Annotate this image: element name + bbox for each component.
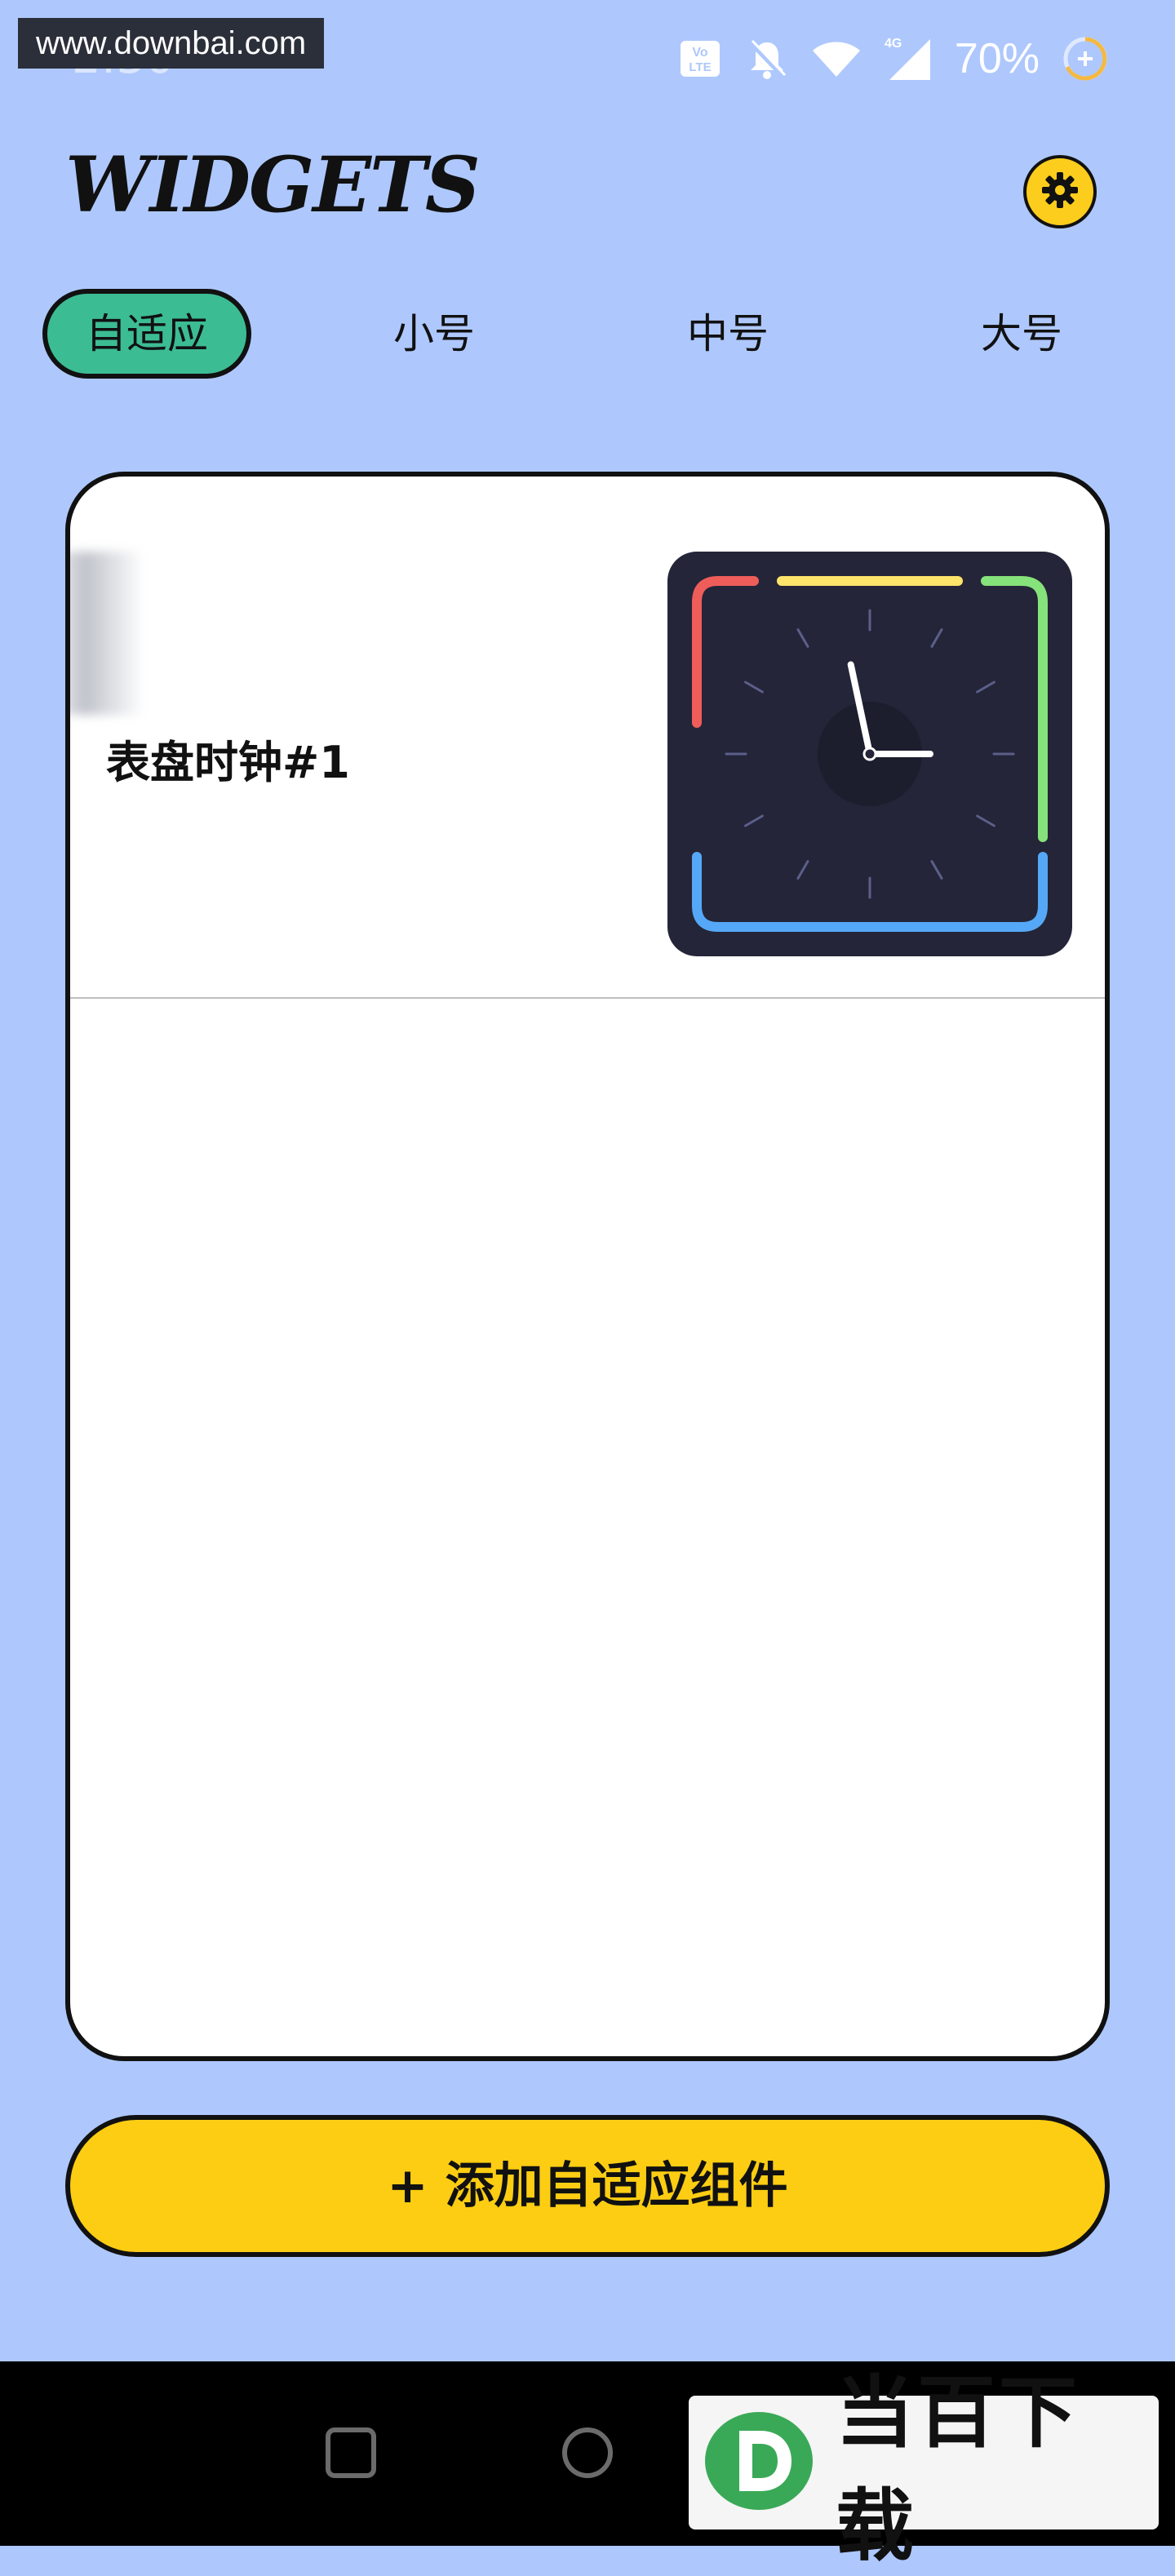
clock-border-red — [692, 576, 759, 728]
wifi-icon — [811, 36, 862, 82]
battery-percent: 70% — [954, 35, 1040, 82]
analog-clock-icon — [692, 576, 1048, 932]
overlay-logo: 当百下载 — [689, 2367, 1159, 2572]
swipe-hint — [70, 552, 144, 715]
add-adaptive-widget-button[interactable]: + 添加自适应组件 — [65, 2115, 1110, 2257]
tab-small[interactable]: 小号 — [356, 289, 512, 379]
widget-name: 表盘时钟#1 — [106, 737, 350, 788]
clock-tick — [930, 628, 943, 648]
size-tabs: 自适应 小号 中号 大号 — [42, 289, 1136, 379]
watermark-url: www.downbai.com — [18, 18, 325, 69]
status-bar: 2:30 www.downbai.com Vo LTE 4G — [0, 0, 1175, 122]
clock-tick — [744, 814, 764, 827]
clock-tick — [930, 860, 943, 880]
tab-adaptive[interactable]: 自适应 — [42, 289, 251, 379]
recent-apps-icon[interactable] — [325, 2427, 377, 2482]
clock-tick — [744, 681, 764, 694]
battery-saver-icon — [1061, 34, 1110, 83]
tab-large[interactable]: 大号 — [943, 289, 1100, 379]
clock-tick — [976, 681, 995, 694]
logo-text: 当百下载 — [836, 2367, 1080, 2572]
clock-tick — [796, 628, 809, 648]
svg-text:4G: 4G — [885, 37, 902, 51]
signal-4g-icon: 4G — [883, 34, 933, 83]
widget-list-item[interactable]: 表盘时钟#1 — [70, 477, 1105, 999]
d-logo-icon — [702, 2408, 816, 2517]
clock-tick — [796, 860, 809, 880]
clock-pivot — [862, 747, 877, 761]
volte-icon: Vo LTE — [677, 36, 723, 82]
clock-border-green — [981, 576, 1048, 842]
svg-text:Vo: Vo — [692, 46, 707, 60]
settings-button[interactable] — [1023, 155, 1097, 228]
app-title: WIDGETS — [65, 140, 481, 230]
bell-off-icon — [744, 36, 790, 82]
svg-text:LTE: LTE — [689, 60, 711, 74]
home-icon[interactable] — [561, 2427, 614, 2482]
status-icons: Vo LTE 4G 70% — [677, 33, 1110, 85]
gear-icon — [1040, 171, 1080, 213]
clock-widget-preview[interactable] — [667, 552, 1072, 956]
tab-medium[interactable]: 中号 — [650, 289, 806, 379]
clock-tick — [976, 814, 995, 827]
widget-list-card: 表盘时钟#1 — [65, 472, 1110, 2061]
